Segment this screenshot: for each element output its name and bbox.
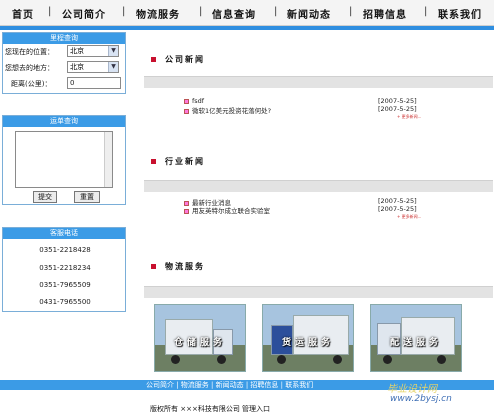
news-title[interactable]: 微软1亿美元投资花落何处? bbox=[192, 107, 271, 115]
watermark-text: 毕业设计网 bbox=[387, 384, 437, 395]
logistics-title: 物流服务 bbox=[165, 262, 205, 271]
copyright-text: 版权所有 ×××科技有限公司 管理入口 bbox=[150, 405, 271, 413]
current-location-label: 您现在的位置： bbox=[5, 48, 54, 56]
red-square-icon bbox=[151, 57, 156, 62]
chevron-down-icon: ▼ bbox=[108, 62, 118, 72]
service-phone-title: 客服电话 bbox=[3, 228, 125, 239]
destination-label: 您想去的地方： bbox=[5, 64, 54, 72]
nav-contact[interactable]: 联系我们 bbox=[438, 6, 482, 21]
textarea-scrollbar[interactable] bbox=[104, 132, 112, 187]
nav-jobs[interactable]: 招聘信息 bbox=[363, 6, 407, 21]
reset-button[interactable]: 重置 bbox=[74, 191, 100, 203]
news-title[interactable]: fsdf bbox=[192, 97, 204, 105]
logistics-band bbox=[144, 286, 493, 298]
distance-field[interactable]: 0 bbox=[67, 77, 121, 89]
route-query-title: 里程查询 bbox=[3, 33, 125, 44]
bullet-icon bbox=[184, 98, 189, 104]
news-title[interactable]: 用友英特尔成立联合实验室 bbox=[192, 207, 270, 215]
wheel bbox=[277, 355, 286, 364]
freight-service-caption: 货运服务 bbox=[281, 338, 334, 348]
news-date: [2007-5-25] bbox=[378, 97, 417, 105]
company-news-title: 公司新闻 bbox=[165, 55, 205, 64]
nav-about[interactable]: 公司简介 bbox=[62, 6, 106, 21]
industry-news-band bbox=[144, 180, 493, 192]
phone-number: 0351-2218234 bbox=[39, 264, 91, 272]
wheel bbox=[171, 355, 180, 364]
company-news-band bbox=[144, 76, 493, 88]
phone-number: 0431-7965500 bbox=[39, 298, 91, 306]
waybill-query-panel: 运单查询 提交 重置 bbox=[2, 115, 126, 205]
freight-service-card[interactable]: 货运服务 bbox=[262, 304, 354, 372]
waybill-number-textarea[interactable] bbox=[15, 131, 113, 188]
waybill-query-title: 运单查询 bbox=[3, 116, 125, 127]
destination-select[interactable]: 北京 ▼ bbox=[67, 61, 119, 73]
submit-button[interactable]: 提交 bbox=[33, 191, 57, 203]
current-location-select[interactable]: 北京 ▼ bbox=[67, 45, 119, 57]
industry-news-title: 行业新闻 bbox=[165, 157, 205, 166]
nav-logistics[interactable]: 物流服务 bbox=[136, 6, 180, 21]
nav-info-query[interactable]: 信息查询 bbox=[212, 6, 256, 21]
delivery-service-card[interactable]: 配送服务 bbox=[370, 304, 462, 372]
wheel bbox=[437, 355, 446, 364]
nav-separator: | bbox=[349, 6, 353, 17]
service-phone-panel: 客服电话 0351-2218428 0351-2218234 0351-7965… bbox=[2, 227, 126, 312]
nav-separator: | bbox=[48, 6, 52, 17]
news-date: [2007-5-25] bbox=[378, 197, 417, 205]
phone-number: 0351-2218428 bbox=[39, 246, 91, 254]
nav-home[interactable]: 首页 bbox=[12, 6, 34, 21]
wheel bbox=[217, 355, 226, 364]
bullet-icon bbox=[184, 108, 189, 114]
footer-links[interactable]: 公司简介 | 物流服务 | 新闻动态 | 招聘信息 | 联系我们 bbox=[146, 380, 313, 390]
top-accent-bar bbox=[0, 26, 494, 30]
nav-separator: | bbox=[274, 6, 278, 17]
warehouse-service-card[interactable]: 仓储服务 bbox=[154, 304, 246, 372]
more-news-link[interactable]: + 更多新闻... bbox=[397, 214, 421, 220]
news-date: [2007-5-25] bbox=[378, 105, 417, 113]
watermark-url: www.2bysj.cn bbox=[390, 394, 452, 404]
destination-value: 北京 bbox=[70, 63, 84, 71]
chevron-down-icon: ▼ bbox=[108, 46, 118, 56]
current-location-value: 北京 bbox=[70, 47, 84, 55]
warehouse-service-caption: 仓储服务 bbox=[173, 338, 226, 348]
nav-separator: | bbox=[424, 6, 428, 17]
delivery-service-caption: 配送服务 bbox=[389, 338, 442, 348]
distance-label: 距离(公里)： bbox=[11, 80, 52, 88]
news-date: [2007-5-25] bbox=[378, 205, 417, 213]
red-square-icon bbox=[151, 264, 156, 269]
nav-separator: | bbox=[199, 6, 203, 17]
top-navigation-bar: 首页 | 公司简介 | 物流服务 | 信息查询 | 新闻动态 | 招聘信息 | … bbox=[0, 0, 494, 26]
nav-news[interactable]: 新闻动态 bbox=[287, 6, 331, 21]
nav-separator: | bbox=[122, 6, 126, 17]
more-news-link[interactable]: + 更多新闻... bbox=[397, 114, 421, 120]
route-query-panel: 里程查询 您现在的位置： 北京 ▼ 您想去的地方： 北京 ▼ 距离(公里)： 0 bbox=[2, 32, 126, 94]
red-square-icon bbox=[151, 159, 156, 164]
wheel bbox=[383, 355, 392, 364]
bullet-icon bbox=[184, 208, 189, 214]
phone-number: 0351-7965509 bbox=[39, 281, 91, 289]
wheel bbox=[333, 355, 342, 364]
